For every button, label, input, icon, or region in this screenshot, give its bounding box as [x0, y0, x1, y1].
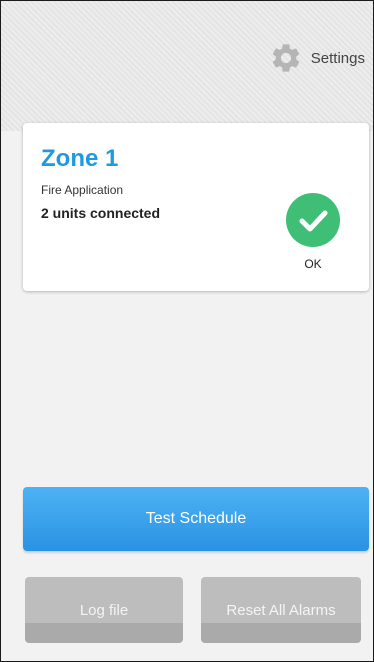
settings-button[interactable]: Settings: [269, 41, 365, 75]
zone-title: Zone 1: [41, 145, 119, 172]
log-file-button[interactable]: Log file: [25, 577, 183, 643]
reset-all-alarms-button[interactable]: Reset All Alarms: [201, 577, 361, 643]
status-label: OK: [304, 257, 322, 271]
gear-icon: [272, 44, 300, 72]
zone-card[interactable]: Zone 1 Fire Application 2 units connecte…: [23, 123, 369, 291]
check-circle-icon: [286, 193, 340, 247]
test-schedule-button[interactable]: Test Schedule: [23, 487, 369, 551]
zone-application: Fire Application: [41, 183, 124, 197]
app-screen: Settings Zone 1 Fire Application 2 units…: [0, 0, 374, 662]
settings-label: Settings: [310, 49, 365, 67]
zone-units-connected: 2 units connected: [41, 205, 161, 221]
